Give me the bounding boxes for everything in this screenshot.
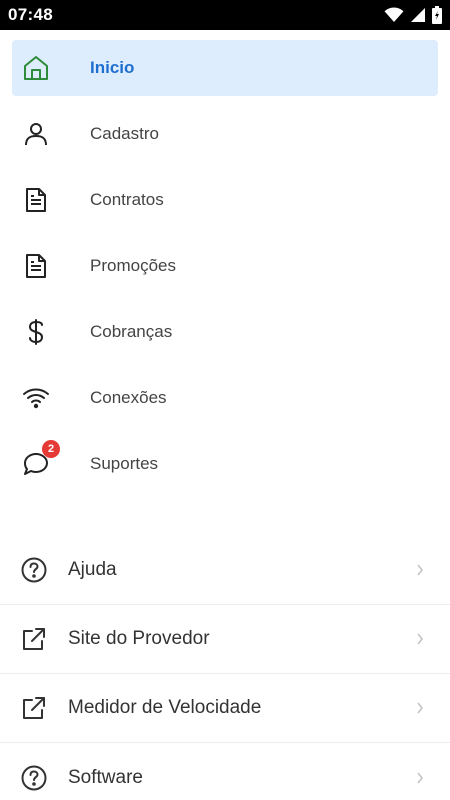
notification-badge: 2 [42, 440, 60, 458]
external-link-icon [20, 625, 48, 653]
link-medidor-de-velocidade[interactable]: Medidor de Velocidade [0, 674, 450, 743]
link-software[interactable]: Software [0, 743, 450, 800]
chevron-right-icon [414, 702, 426, 714]
dollar-icon [22, 318, 50, 346]
wifi-icon [384, 7, 404, 23]
menu-item-label: Cobranças [90, 322, 173, 341]
chevron-right-icon [414, 564, 426, 576]
user-icon [22, 120, 50, 148]
menu-item-label: Cadastro [90, 124, 159, 143]
wifi-icon [22, 384, 50, 412]
document-icon [22, 252, 50, 280]
status-bar: 07:48 [0, 0, 450, 30]
external-link-icon [20, 694, 48, 722]
help-circle-icon [20, 556, 48, 584]
link-label: Ajuda [68, 559, 117, 580]
menu-item-label: Inicio [90, 58, 135, 77]
home-icon [22, 54, 50, 82]
link-label: Site do Provedor [68, 628, 210, 649]
status-time: 07:48 [8, 5, 53, 24]
menu-item-conexoes[interactable]: Conexões [12, 370, 438, 426]
document-icon [22, 186, 50, 214]
menu-item-cadastro[interactable]: Cadastro [12, 106, 438, 162]
menu-item-inicio[interactable]: Inicio [12, 40, 438, 96]
menu-item-label: Suportes [90, 454, 159, 473]
link-ajuda[interactable]: Ajuda [0, 536, 450, 605]
chevron-right-icon [414, 633, 426, 645]
menu-item-label: Contratos [90, 190, 164, 209]
status-icons [384, 6, 442, 24]
menu-item-promocoes[interactable]: Promoções [12, 238, 438, 294]
link-label: Medidor de Velocidade [68, 697, 262, 718]
menu-item-suportes[interactable]: 2 Suportes [12, 436, 438, 492]
chevron-right-icon [414, 772, 426, 784]
menu-item-label: Promoções [90, 256, 176, 275]
menu-item-label: Conexões [90, 388, 167, 407]
menu-item-contratos[interactable]: Contratos [12, 172, 438, 228]
signal-icon [410, 7, 426, 23]
menu-item-cobrancas[interactable]: Cobranças [12, 304, 438, 360]
battery-icon [432, 6, 442, 24]
help-circle-icon [20, 764, 48, 792]
link-site-do-provedor[interactable]: Site do Provedor [0, 605, 450, 674]
link-label: Software [68, 766, 143, 788]
